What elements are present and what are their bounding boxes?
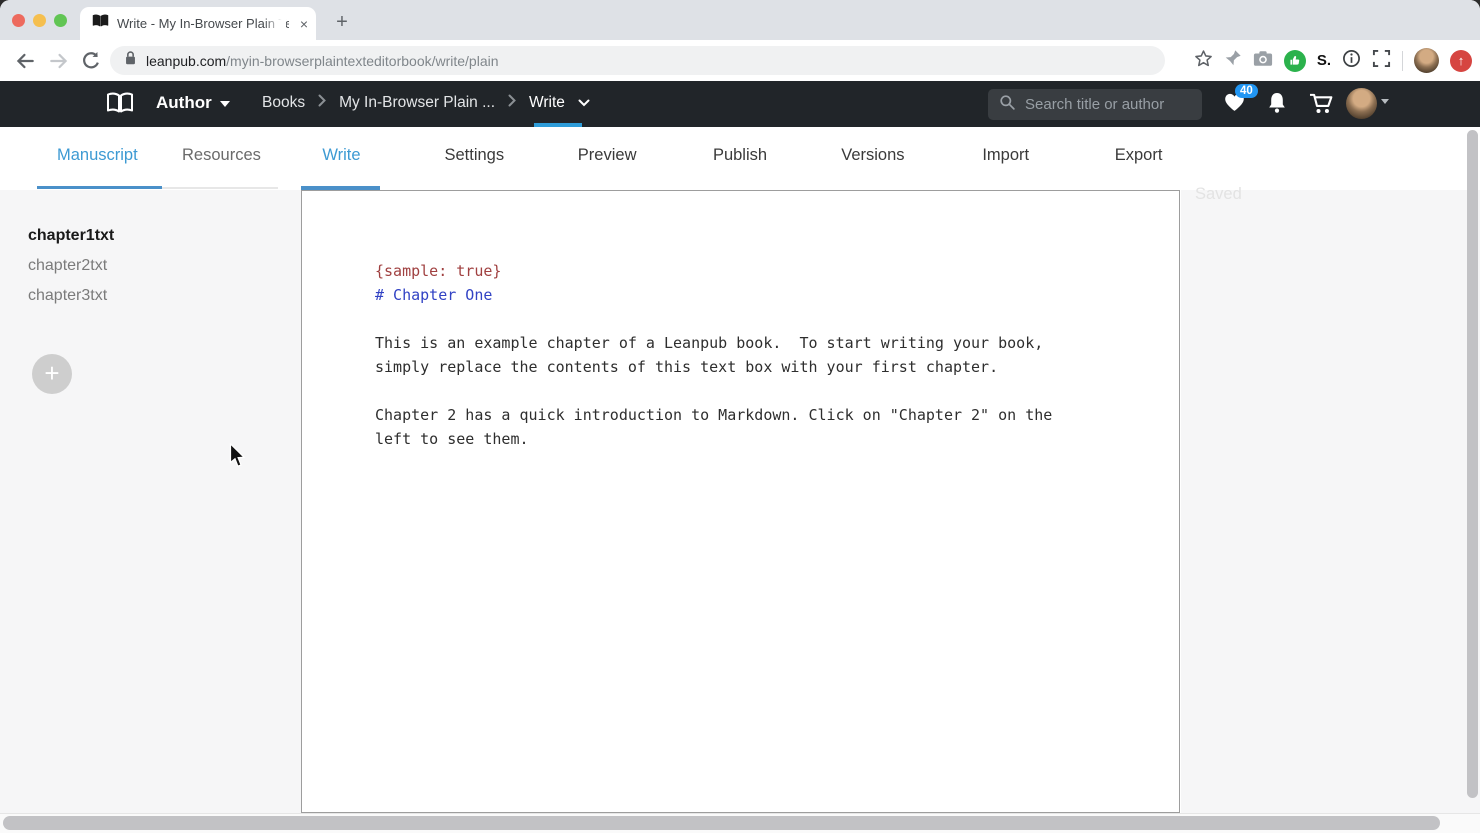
leanpub-header: Author Books My In-Browser Plain ... Wri… bbox=[0, 81, 1480, 127]
wishlist-heart-icon[interactable]: 40 bbox=[1222, 84, 1258, 118]
maximize-window-button[interactable] bbox=[54, 14, 67, 27]
screen-capture-extension-icon[interactable] bbox=[1372, 49, 1391, 73]
mouse-cursor bbox=[229, 442, 247, 474]
tab-resources[interactable]: Resources bbox=[182, 146, 261, 165]
bookmark-star-icon[interactable] bbox=[1194, 49, 1213, 73]
write-tab-underline bbox=[301, 186, 380, 190]
tab-publish[interactable]: Publish bbox=[674, 146, 807, 165]
thumbs-up-extension-icon[interactable] bbox=[1283, 49, 1306, 72]
address-bar[interactable]: leanpub.com/myin-browserplaintexteditorb… bbox=[110, 46, 1165, 75]
camera-extension-icon[interactable] bbox=[1253, 50, 1273, 72]
close-window-button[interactable] bbox=[12, 14, 25, 27]
author-menu-label: Author bbox=[156, 93, 212, 112]
info-extension-icon[interactable] bbox=[1342, 49, 1361, 73]
reload-icon[interactable] bbox=[80, 50, 102, 72]
tab-title-fade bbox=[264, 15, 286, 33]
horizontal-scrollbar-thumb[interactable] bbox=[3, 816, 1440, 830]
chevron-right-icon bbox=[508, 94, 516, 112]
tab-export[interactable]: Export bbox=[1072, 146, 1205, 165]
toolbar-divider bbox=[1402, 50, 1403, 71]
tab-versions[interactable]: Versions bbox=[806, 146, 939, 165]
chevron-down-icon[interactable] bbox=[1381, 99, 1389, 104]
book-tabs: Write Settings Preview Publish Versions … bbox=[275, 146, 1205, 165]
breadcrumb: Books My In-Browser Plain ... Write bbox=[262, 94, 590, 112]
pin-extension-icon[interactable] bbox=[1224, 49, 1242, 72]
chapter-item-3[interactable]: chapter3txt bbox=[28, 287, 107, 305]
breadcrumb-write[interactable]: Write bbox=[529, 94, 565, 112]
editor-line: # Chapter One bbox=[375, 286, 493, 304]
back-icon[interactable] bbox=[14, 50, 36, 72]
tab-preview[interactable]: Preview bbox=[541, 146, 674, 165]
lock-icon bbox=[124, 50, 137, 71]
manuscript-tab-underline bbox=[37, 186, 162, 189]
notification-count-badge: 40 bbox=[1235, 84, 1258, 98]
new-tab-button[interactable]: + bbox=[328, 8, 356, 36]
search-icon bbox=[999, 94, 1016, 116]
search-placeholder: Search title or author bbox=[1025, 96, 1165, 113]
save-status-text: Saved bbox=[1195, 185, 1242, 203]
chapter-item-2[interactable]: chapter2txt bbox=[28, 257, 107, 275]
breadcrumb-book-title[interactable]: My In-Browser Plain ... bbox=[339, 94, 495, 112]
url-domain: leanpub.com bbox=[146, 52, 227, 69]
leanpub-logo-book-icon[interactable] bbox=[106, 92, 134, 120]
editor-line: simply replace the contents of this text… bbox=[375, 358, 999, 376]
editor-line: left to see them. bbox=[375, 430, 529, 448]
horizontal-scrollbar[interactable] bbox=[0, 813, 1480, 833]
tab-settings[interactable]: Settings bbox=[408, 146, 541, 165]
author-menu[interactable]: Author bbox=[156, 93, 230, 113]
tab-close-icon[interactable]: × bbox=[300, 17, 308, 31]
right-gutter-background bbox=[1181, 190, 1480, 813]
minimize-window-button[interactable] bbox=[33, 14, 46, 27]
tab-manuscript[interactable]: Manuscript bbox=[57, 146, 138, 165]
s-extension-icon[interactable]: S. bbox=[1317, 52, 1331, 69]
sidebar-background bbox=[0, 190, 301, 813]
user-avatar[interactable] bbox=[1346, 88, 1377, 119]
editor-line: This is an example chapter of a Leanpub … bbox=[375, 334, 1044, 352]
vertical-scrollbar-thumb[interactable] bbox=[1467, 130, 1478, 798]
chevron-down-icon bbox=[219, 100, 230, 107]
editor-line: Chapter 2 has a quick introduction to Ma… bbox=[375, 406, 1053, 424]
url-path: /myin-browserplaintexteditorbook/write/p… bbox=[226, 52, 499, 69]
chevron-down-icon[interactable] bbox=[578, 94, 590, 112]
editor-line: {sample: true} bbox=[375, 262, 502, 280]
red-arrow-extension-icon[interactable]: ↑ bbox=[1450, 49, 1472, 72]
browser-profile-avatar[interactable] bbox=[1414, 48, 1439, 73]
chapter-item-1[interactable]: chapter1txt bbox=[28, 227, 114, 245]
browser-toolbar: leanpub.com/myin-browserplaintexteditorb… bbox=[0, 40, 1480, 81]
tab-write[interactable]: Write bbox=[275, 146, 408, 165]
favicon-book-icon bbox=[92, 14, 109, 33]
tab-import[interactable]: Import bbox=[939, 146, 1072, 165]
cart-icon[interactable] bbox=[1308, 92, 1334, 120]
browser-tab[interactable]: Write - My In-Browser Plain Te × bbox=[80, 7, 316, 40]
forward-icon[interactable] bbox=[48, 50, 70, 72]
page-content: Manuscript Resources Write Settings Prev… bbox=[0, 127, 1480, 833]
bell-icon[interactable] bbox=[1266, 91, 1288, 120]
manuscript-tab-track bbox=[162, 187, 278, 189]
search-bar[interactable]: Search title or author bbox=[988, 89, 1202, 120]
breadcrumb-books[interactable]: Books bbox=[262, 94, 305, 112]
browser-tab-strip: Write - My In-Browser Plain Te × + bbox=[0, 0, 1480, 40]
browser-window: Write - My In-Browser Plain Te × + leanp… bbox=[0, 0, 1480, 833]
add-chapter-button[interactable]: + bbox=[32, 354, 72, 394]
manuscript-editor-textarea[interactable]: {sample: true} # Chapter One This is an … bbox=[301, 190, 1180, 813]
chevron-right-icon bbox=[318, 94, 327, 112]
